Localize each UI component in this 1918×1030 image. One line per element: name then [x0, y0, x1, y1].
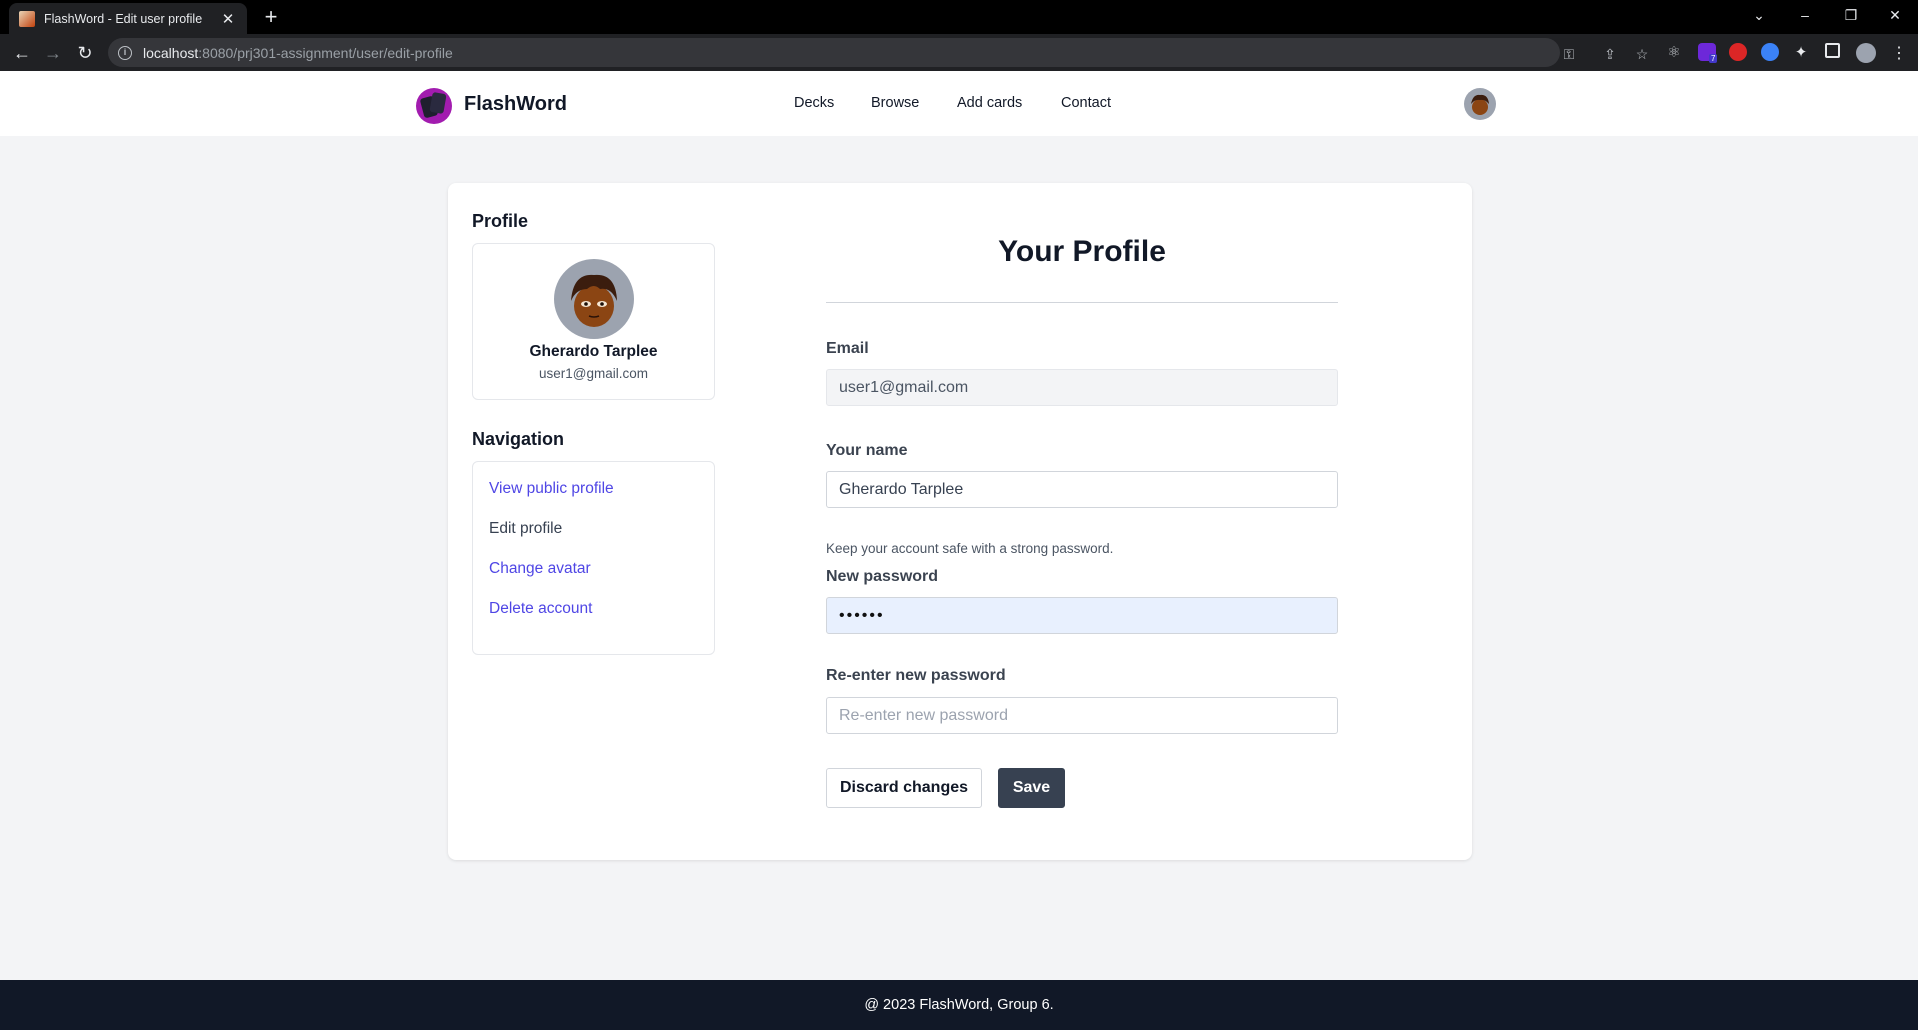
footer-text: @ 2023 FlashWord, Group 6. [864, 997, 1054, 1013]
new-password-field[interactable] [826, 597, 1338, 634]
delete-account-link[interactable]: Delete account [489, 600, 592, 618]
nav-link-contact[interactable]: Contact [1061, 95, 1111, 111]
profile-navigation: View public profile Edit profile Change … [472, 461, 715, 655]
profile-name: Gherardo Tarplee [529, 343, 658, 360]
flashword-logo-icon[interactable] [416, 88, 452, 124]
avatar [554, 259, 634, 339]
minimize-icon[interactable]: – [1782, 0, 1828, 30]
address-bar[interactable]: i localhost:8080/prj301-assignment/user/… [108, 38, 1648, 67]
reenter-password-label: Re-enter new password [826, 667, 1006, 684]
reenter-password-field[interactable] [826, 697, 1338, 734]
nav-link-add-cards[interactable]: Add cards [957, 95, 1022, 111]
site-info-icon[interactable]: i [118, 45, 132, 60]
tab-title: FlashWord - Edit user profile [44, 11, 203, 26]
discard-changes-button[interactable]: Discard changes [826, 768, 982, 808]
profile-card: Profile Gherardo Tarplee user1@gmail.com… [448, 183, 1472, 860]
browser-tab-strip: FlashWord - Edit user profile ✕ + ⌄ – ❐ … [0, 0, 1918, 34]
side-panel-icon[interactable] [1825, 43, 1840, 58]
bookmark-star-icon[interactable]: ☆ [1633, 45, 1651, 63]
kebab-menu-icon[interactable]: ⋮ [1890, 43, 1908, 62]
close-window-icon[interactable]: ✕ [1872, 0, 1918, 30]
brand-name[interactable]: FlashWord [464, 93, 567, 116]
share-icon[interactable]: ⇪ [1601, 45, 1619, 63]
email-field [826, 369, 1338, 406]
restore-icon[interactable]: ❐ [1828, 0, 1874, 30]
change-avatar-link[interactable]: Change avatar [489, 560, 591, 578]
nav-link-decks[interactable]: Decks [794, 95, 834, 111]
view-public-profile-link[interactable]: View public profile [489, 480, 614, 498]
email-label: Email [826, 340, 869, 357]
profile-avatar-icon[interactable] [1856, 43, 1876, 63]
extension-badge-count: 7 [1709, 54, 1718, 63]
site-footer: @ 2023 FlashWord, Group 6. [0, 980, 1918, 1030]
adblock-icon[interactable] [1729, 43, 1747, 61]
key-icon[interactable]: ⚿ [1560, 45, 1578, 63]
profile-summary: Gherardo Tarplee user1@gmail.com [472, 243, 715, 400]
save-button[interactable]: Save [998, 768, 1065, 808]
password-hint: Keep your account safe with a strong pas… [826, 541, 1114, 556]
page-title: Your Profile [998, 235, 1166, 268]
new-tab-icon[interactable]: + [258, 4, 284, 30]
edit-profile-current: Edit profile [489, 520, 563, 537]
search-extension-icon[interactable] [1761, 43, 1779, 61]
nav-link-browse[interactable]: Browse [871, 95, 919, 111]
browser-tab[interactable]: FlashWord - Edit user profile ✕ [9, 3, 247, 34]
new-password-label: New password [826, 568, 939, 585]
forward-arrow-icon[interactable]: → [41, 41, 65, 65]
browser-toolbar: ← → ↻ i localhost:8080/prj301-assignment… [0, 34, 1918, 71]
reload-icon[interactable]: ↻ [73, 41, 97, 65]
title-divider [826, 302, 1338, 303]
react-devtools-icon[interactable]: ⚛ [1665, 43, 1683, 61]
name-label: Your name [826, 442, 908, 459]
url-host: localhost [143, 44, 199, 61]
site-favicon-icon [19, 10, 35, 27]
url-path: :8080/prj301-assignment/user/edit-profil… [198, 44, 453, 61]
name-field[interactable] [826, 471, 1338, 508]
tab-search-icon[interactable]: ⌄ [1736, 0, 1782, 30]
navigation-heading: Navigation [472, 429, 565, 449]
user-avatar-icon[interactable] [1464, 88, 1496, 120]
close-tab-icon[interactable]: ✕ [219, 10, 237, 28]
profile-heading: Profile [472, 211, 529, 231]
puzzle-extensions-icon[interactable]: ✦ [1792, 43, 1810, 61]
site-header: FlashWord Decks Browse Add cards Contact [0, 71, 1918, 136]
profile-email: user1@gmail.com [539, 366, 648, 381]
back-arrow-icon[interactable]: ← [10, 41, 34, 65]
